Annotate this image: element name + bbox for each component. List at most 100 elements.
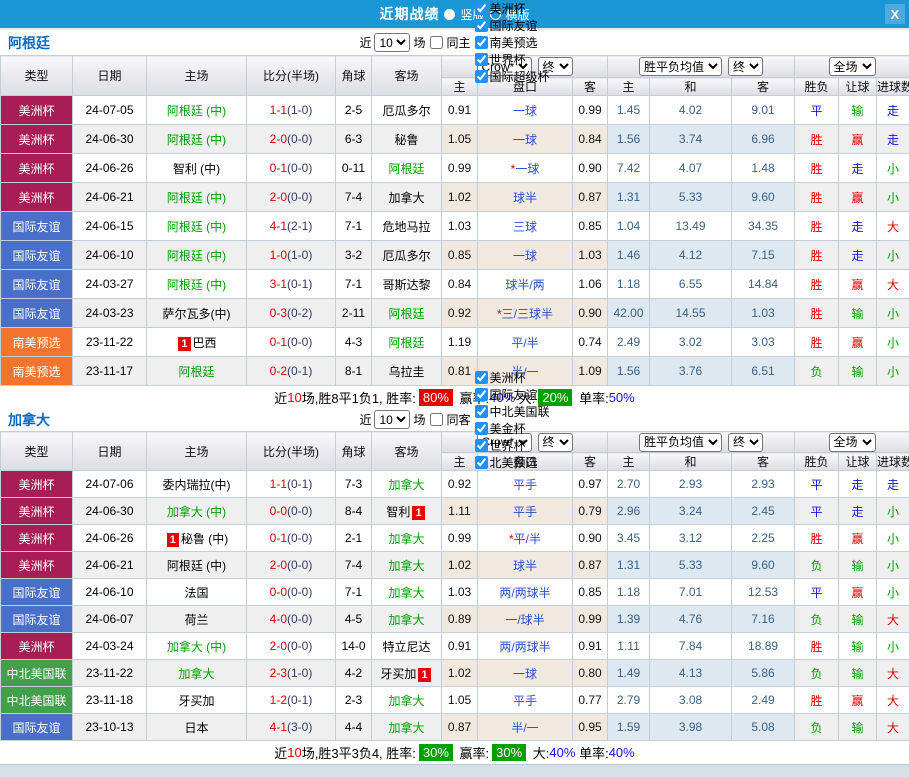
competition-badge: 国际友谊 [1, 299, 73, 328]
col-goals: 进球数 [877, 453, 909, 471]
fulltime-select[interactable]: 全场 [829, 57, 876, 76]
competition-option[interactable]: 美金杯 [474, 420, 550, 437]
avg-odds-select[interactable]: 胜平负均值 [639, 433, 722, 452]
handicap-home-odds: 0.91 [442, 96, 478, 125]
same-venue-checkbox[interactable] [430, 36, 443, 49]
competition-checkbox[interactable] [475, 388, 488, 401]
handicap-result-cell: 输 [839, 552, 877, 579]
avg-odds-select[interactable]: 胜平负均值 [639, 57, 722, 76]
handicap-line: *平/半 [478, 525, 573, 552]
result-cell: 胜 [795, 241, 839, 270]
avg-draw-odds: 4.07 [650, 154, 732, 183]
col-eu-home: 主 [608, 453, 650, 471]
home-team: 阿根廷 (中) [147, 212, 247, 241]
handicap-line: 球半/两 [478, 270, 573, 299]
competition-badge: 美洲杯 [1, 498, 73, 525]
competition-checkbox[interactable] [475, 405, 488, 418]
handicap-line: 平手 [478, 687, 573, 714]
match-count-select[interactable]: 10 [374, 33, 410, 52]
corners: 8-4 [336, 498, 372, 525]
match-count-select[interactable]: 10 [374, 410, 410, 429]
summary-segment: 单率: [575, 388, 608, 407]
near-label: 近 [359, 411, 371, 428]
avg-draw-odds: 6.55 [650, 270, 732, 299]
summary-segment: 50% [609, 390, 635, 405]
competition-option[interactable]: 北美预选 [474, 454, 550, 471]
score: 4-1(2-1) [247, 212, 336, 241]
competition-option[interactable]: 南美预选 [474, 34, 550, 51]
same-venue-checkbox[interactable] [430, 413, 443, 426]
competition-option[interactable]: 国际超级杯 [474, 68, 550, 85]
handicap-line: 两/两球半 [478, 579, 573, 606]
match-row: 南美预选23-11-221巴西0-1(0-0)4-3阿根廷1.19平/半0.74… [1, 328, 909, 357]
summary-segment: 40% [609, 745, 635, 760]
goals-result-cell: 走 [877, 125, 909, 154]
competition-checkbox[interactable] [475, 371, 488, 384]
score: 2-0(0-0) [247, 552, 336, 579]
avg-away-odds: 1.03 [732, 299, 795, 328]
competition-checkbox[interactable] [475, 422, 488, 435]
filter-controls: 近 10 场 同客 美洲杯国际友谊中北美国联美金杯世界杯北美预选 [359, 369, 549, 471]
competition-checkbox[interactable] [475, 19, 488, 32]
col-handicap-result: 让球 [839, 78, 877, 96]
competition-option[interactable]: 世界杯 [474, 51, 550, 68]
handicap-result-cell: 赢 [839, 328, 877, 357]
goals-result-cell: 小 [877, 633, 909, 660]
competition-checkbox[interactable] [475, 36, 488, 49]
competition-checkbox[interactable] [475, 2, 488, 15]
filter-controls: 近 10 场 同主 美洲杯国际友谊南美预选世界杯国际超级杯 [359, 0, 549, 85]
competition-option[interactable]: 国际友谊 [474, 17, 550, 34]
handicap-home-odds: 0.89 [442, 606, 478, 633]
corners: 2-1 [336, 525, 372, 552]
close-icon[interactable]: X [885, 4, 905, 24]
corners: 4-5 [336, 606, 372, 633]
games-label: 场 [413, 34, 425, 51]
result-cell: 胜 [795, 687, 839, 714]
competition-checkbox[interactable] [475, 70, 488, 83]
competition-option[interactable]: 世界杯 [474, 437, 550, 454]
goals-result-cell: 大 [877, 270, 909, 299]
competition-option[interactable]: 中北美国联 [474, 403, 550, 420]
match-row: 美洲杯24-03-24加拿大 (中)2-0(0-0)14-0特立尼达0.91两/… [1, 633, 909, 660]
competition-option[interactable]: 国际友谊 [474, 386, 550, 403]
final-odds-select-2[interactable]: 终 [728, 57, 763, 76]
competition-option[interactable]: 美洲杯 [474, 0, 550, 17]
final-odds-select-2[interactable]: 终 [728, 433, 763, 452]
avg-draw-odds: 5.33 [650, 552, 732, 579]
handicap-away-odds: 0.95 [573, 714, 608, 741]
result-cell: 负 [795, 552, 839, 579]
competition-badge: 美洲杯 [1, 154, 73, 183]
home-team: 萨尔瓦多(中) [147, 299, 247, 328]
handicap-result-cell: 输 [839, 606, 877, 633]
canada-summary: 近10场,胜3平3负4, 胜率:30% 赢率:30% 大:40% 单率:40% [0, 741, 909, 764]
avg-away-odds: 9.60 [732, 183, 795, 212]
avg-away-odds: 1.48 [732, 154, 795, 183]
col-score: 比分(半场) [247, 56, 336, 96]
goals-result-cell: 大 [877, 606, 909, 633]
handicap-line: 三球 [478, 212, 573, 241]
col-eu-draw: 和 [650, 453, 732, 471]
match-date: 24-06-21 [73, 552, 147, 579]
bottom-strip [0, 764, 909, 777]
avg-home-odds: 1.39 [608, 606, 650, 633]
summary-segment: 10 [287, 745, 301, 760]
score: 1-1(1-0) [247, 96, 336, 125]
handicap-away-odds: 0.85 [573, 212, 608, 241]
competition-checkbox[interactable] [475, 439, 488, 452]
handicap-away-odds: 0.80 [573, 660, 608, 687]
handicap-line: 一球 [478, 96, 573, 125]
handicap-line: 球半 [478, 552, 573, 579]
fulltime-select[interactable]: 全场 [829, 433, 876, 452]
match-row: 美洲杯24-06-26智利 (中)0-1(0-0)0-11阿根廷0.99*一球0… [1, 154, 909, 183]
same-venue-label: 同客 [447, 411, 471, 428]
competition-checkbox[interactable] [475, 53, 488, 66]
competition-option[interactable]: 美洲杯 [474, 369, 550, 386]
goals-result-cell: 大 [877, 714, 909, 741]
match-date: 24-03-23 [73, 299, 147, 328]
home-team: 加拿大 (中) [147, 498, 247, 525]
away-team: 加拿大 [372, 687, 442, 714]
competition-checkbox[interactable] [475, 456, 488, 469]
avg-home-odds: 3.45 [608, 525, 650, 552]
result-cell: 负 [795, 357, 839, 386]
avg-away-odds: 2.93 [732, 471, 795, 498]
